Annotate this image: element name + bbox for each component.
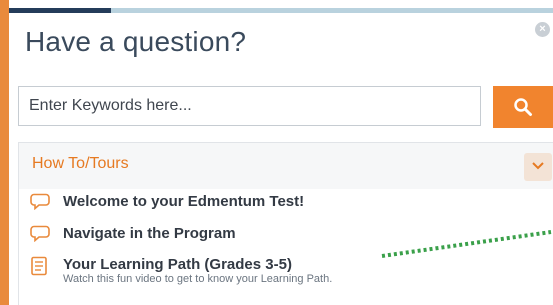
top-accent-bar-light [111, 8, 553, 13]
speech-bubble-icon [30, 193, 50, 210]
item-label: Your Learning Path (Grades 3-5) [63, 256, 292, 273]
chevron-down-icon [532, 162, 544, 170]
left-accent-bar [0, 0, 9, 305]
search-input[interactable] [18, 86, 481, 126]
search-icon [514, 98, 532, 116]
top-accent-bar-dark [9, 8, 111, 13]
section-header[interactable]: How To/Tours [19, 143, 553, 189]
document-icon [31, 256, 47, 276]
item-label: Navigate in the Program [63, 225, 236, 242]
search-button[interactable] [493, 86, 553, 128]
item-description: Watch this fun video to get to know your… [63, 273, 333, 285]
item-label: Welcome to your Edmentum Test! [63, 193, 305, 210]
panel-title: Have a question? [25, 26, 247, 57]
chevron-down-button[interactable] [524, 153, 552, 181]
dotted-connector [381, 230, 552, 258]
help-panel: Have a question? × How To/Tours Welcome … [0, 0, 553, 305]
speech-bubble-icon [30, 225, 50, 242]
section-title: How To/Tours [32, 155, 129, 172]
close-icon[interactable]: × [535, 22, 550, 37]
